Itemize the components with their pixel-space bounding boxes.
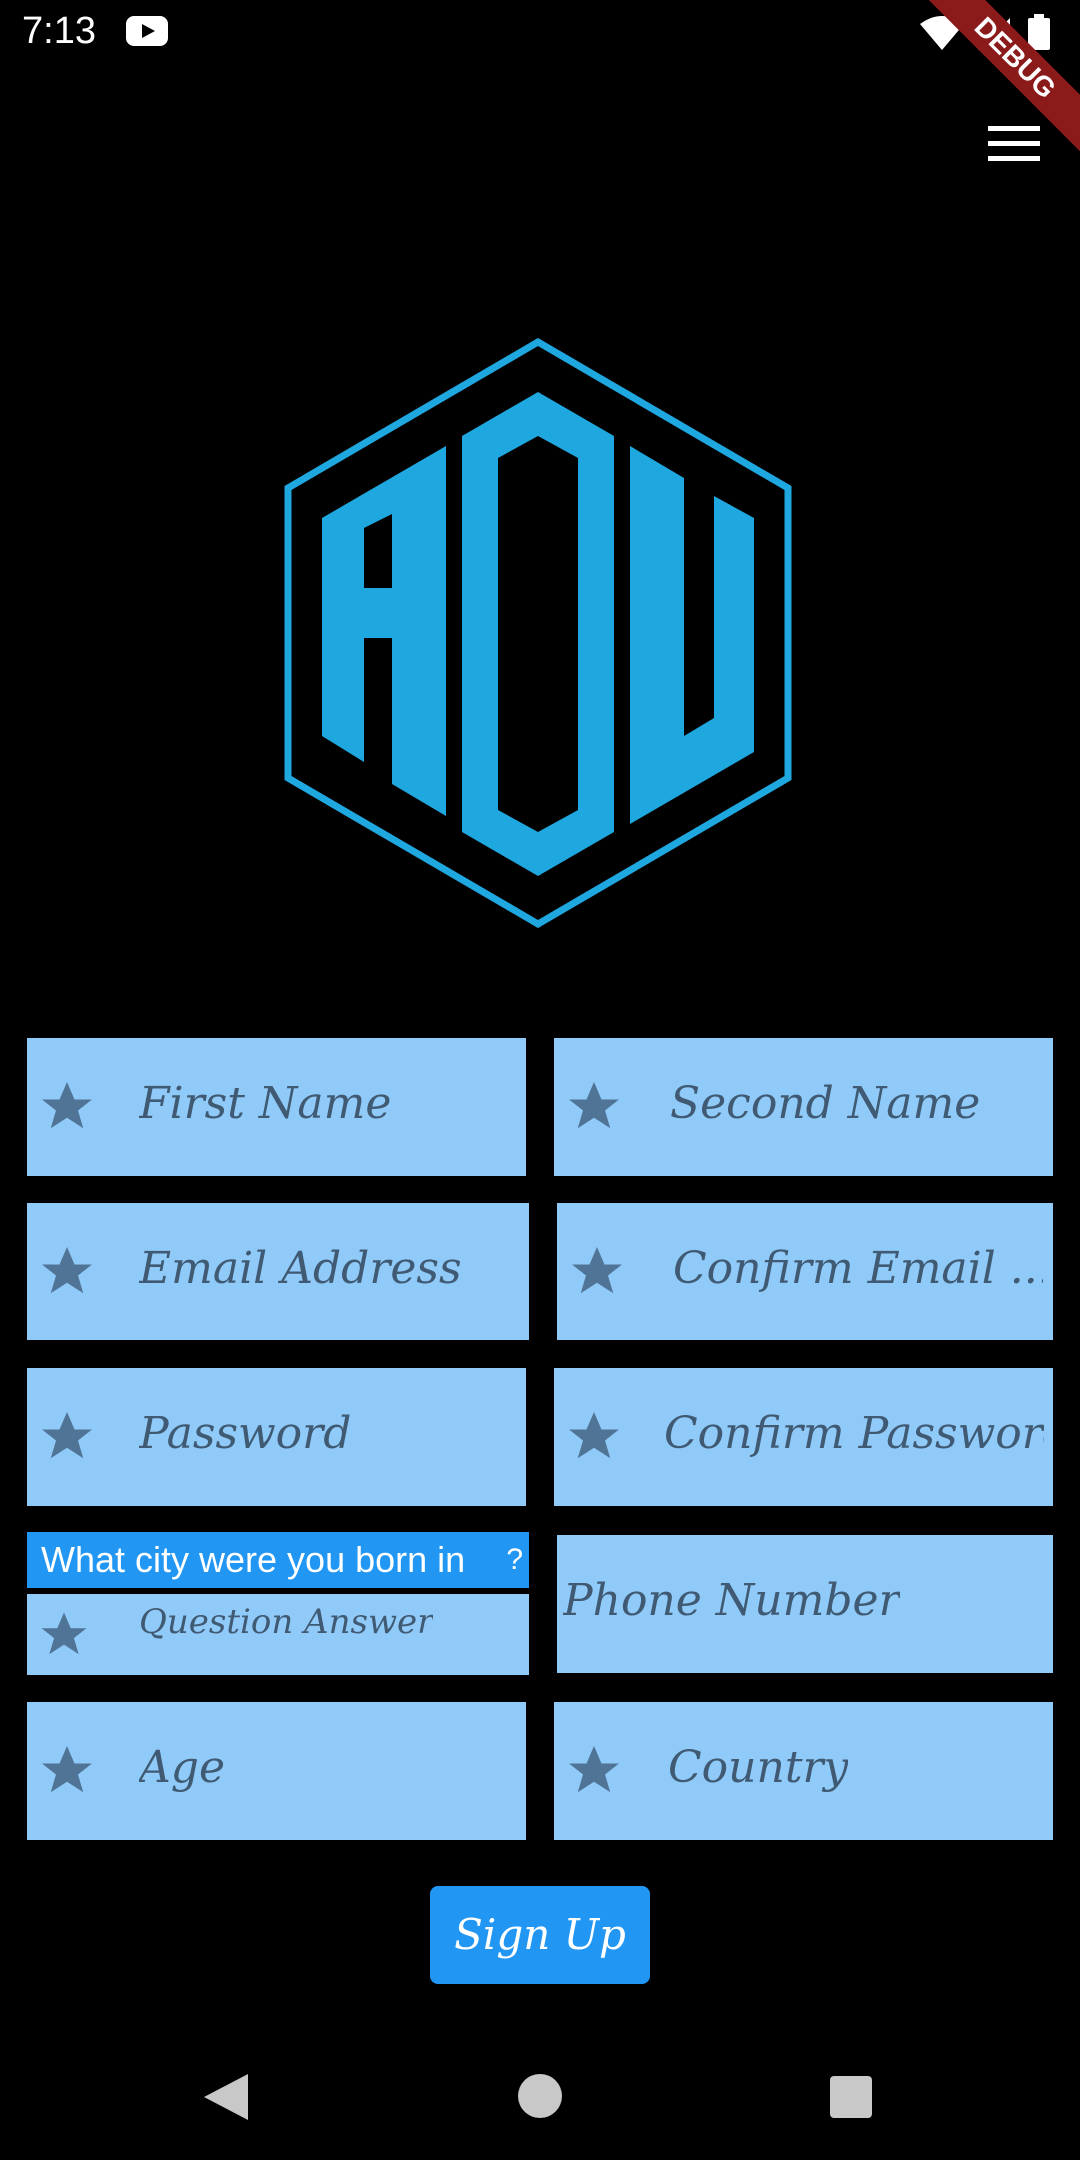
recents-icon[interactable] bbox=[830, 2076, 872, 2118]
star-icon bbox=[569, 1412, 619, 1459]
youtube-icon bbox=[126, 16, 168, 46]
security-question-text: What city were you born in bbox=[41, 1539, 466, 1580]
security-question-suffix: ? bbox=[506, 1543, 523, 1576]
password-field[interactable]: Password bbox=[27, 1368, 526, 1506]
star-icon bbox=[42, 1746, 92, 1793]
adu-logo bbox=[284, 338, 792, 928]
age-field[interactable]: Age bbox=[27, 1702, 526, 1840]
password-placeholder: Password bbox=[139, 1408, 352, 1459]
first-name-placeholder: First Name bbox=[139, 1078, 392, 1129]
confirm-password-placeholder: Confirm Password bbox=[664, 1408, 1044, 1459]
question-answer-placeholder: Question Answer bbox=[139, 1602, 434, 1642]
country-placeholder: Country bbox=[668, 1742, 849, 1793]
star-icon bbox=[569, 1082, 619, 1129]
hamburger-menu-icon[interactable] bbox=[988, 126, 1040, 162]
star-icon bbox=[42, 1412, 92, 1459]
phone-number-placeholder: Phone Number bbox=[563, 1575, 900, 1626]
country-field[interactable]: Country bbox=[554, 1702, 1053, 1840]
status-bar: 7:13 bbox=[0, 0, 1080, 66]
security-question-dropdown[interactable]: What city were you born in ? bbox=[27, 1532, 529, 1588]
back-icon[interactable] bbox=[204, 2074, 248, 2120]
star-icon bbox=[572, 1247, 622, 1294]
first-name-field[interactable]: First Name bbox=[27, 1038, 526, 1176]
home-icon[interactable] bbox=[518, 2074, 562, 2118]
star-icon bbox=[42, 1082, 92, 1129]
confirm-email-placeholder: Confirm Email ... bbox=[673, 1243, 1043, 1294]
confirm-email-field[interactable]: Confirm Email ... bbox=[557, 1203, 1053, 1340]
second-name-field[interactable]: Second Name bbox=[554, 1038, 1053, 1176]
sign-up-button[interactable]: Sign Up bbox=[430, 1886, 650, 1984]
email-field[interactable]: Email Address bbox=[27, 1203, 529, 1340]
age-placeholder: Age bbox=[139, 1742, 225, 1793]
star-icon bbox=[42, 1247, 92, 1294]
star-icon bbox=[569, 1746, 619, 1793]
phone-number-field[interactable]: Phone Number bbox=[557, 1535, 1053, 1673]
star-icon bbox=[41, 1612, 87, 1655]
status-time: 7:13 bbox=[22, 10, 96, 52]
battery-icon bbox=[1028, 14, 1050, 50]
system-nav-bar bbox=[0, 2040, 1080, 2160]
question-answer-field[interactable]: Question Answer bbox=[27, 1594, 529, 1675]
second-name-placeholder: Second Name bbox=[670, 1078, 981, 1129]
email-placeholder: Email Address bbox=[139, 1243, 462, 1294]
confirm-password-field[interactable]: Confirm Password bbox=[554, 1368, 1053, 1506]
